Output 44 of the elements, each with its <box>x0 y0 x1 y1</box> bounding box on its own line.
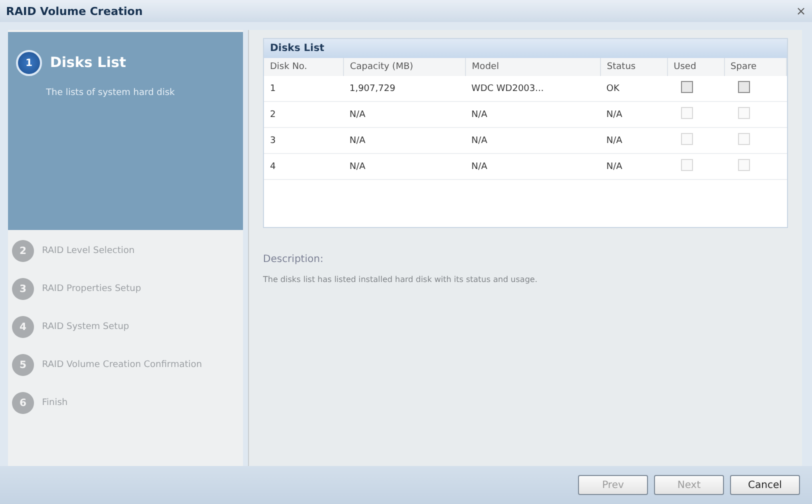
table-cell: 2 <box>264 102 344 128</box>
description-text: The disks list has listed installed hard disk with its status and usage. <box>263 275 538 284</box>
table-cell: N/A <box>343 154 466 180</box>
table-cell: 4 <box>264 154 344 180</box>
table-cell: OK <box>600 76 668 102</box>
step-number: 5 <box>12 354 34 376</box>
column-header[interactable]: Used <box>667 58 724 76</box>
step-description: The lists of system hard disk <box>46 88 176 98</box>
window-title: RAID Volume Creation <box>6 4 143 18</box>
close-icon[interactable]: × <box>796 4 806 18</box>
table-cell: N/A <box>600 102 668 128</box>
table-cell: N/A <box>465 154 600 180</box>
table-cell: N/A <box>465 128 600 154</box>
spare-checkbox[interactable] <box>738 81 750 93</box>
step-number: 3 <box>12 278 34 300</box>
table-cell: 1 <box>264 76 344 102</box>
table-cell: N/A <box>600 154 668 180</box>
step-title: RAID System Setup <box>42 322 130 332</box>
panel-title: Disks List <box>264 39 787 58</box>
column-header[interactable]: Model <box>465 58 600 76</box>
step-title: RAID Volume Creation Confirmation <box>42 360 202 370</box>
column-header[interactable]: Capacity (MB) <box>343 58 466 76</box>
step-item[interactable]: 1 Disks List The lists of system hard disk <box>8 32 243 230</box>
step-number: 6 <box>12 392 34 414</box>
step-title: Finish <box>42 398 68 408</box>
table-cell: 3 <box>264 128 344 154</box>
step-title: RAID Properties Setup <box>42 284 142 294</box>
description-label: Description: <box>263 254 324 265</box>
step-title: RAID Level Selection <box>42 246 135 256</box>
table-cell: N/A <box>465 102 600 128</box>
table-cell: N/A <box>343 102 466 128</box>
column-header[interactable]: Disk No. <box>264 58 344 76</box>
dialog-button[interactable]: Cancel <box>730 475 800 495</box>
step-number: 2 <box>12 240 34 262</box>
column-header[interactable]: Status <box>600 58 668 76</box>
column-header[interactable]: Spare <box>724 58 786 76</box>
table-cell: 1,907,729 <box>343 76 466 102</box>
table-cell: WDC WD2003... <box>465 76 600 102</box>
used-checkbox[interactable] <box>681 81 694 93</box>
table-cell: N/A <box>600 128 668 154</box>
step-title: Disks List <box>50 55 126 71</box>
step-number: 4 <box>12 316 34 338</box>
step-number: 1 <box>16 50 42 76</box>
table-cell: N/A <box>343 128 466 154</box>
